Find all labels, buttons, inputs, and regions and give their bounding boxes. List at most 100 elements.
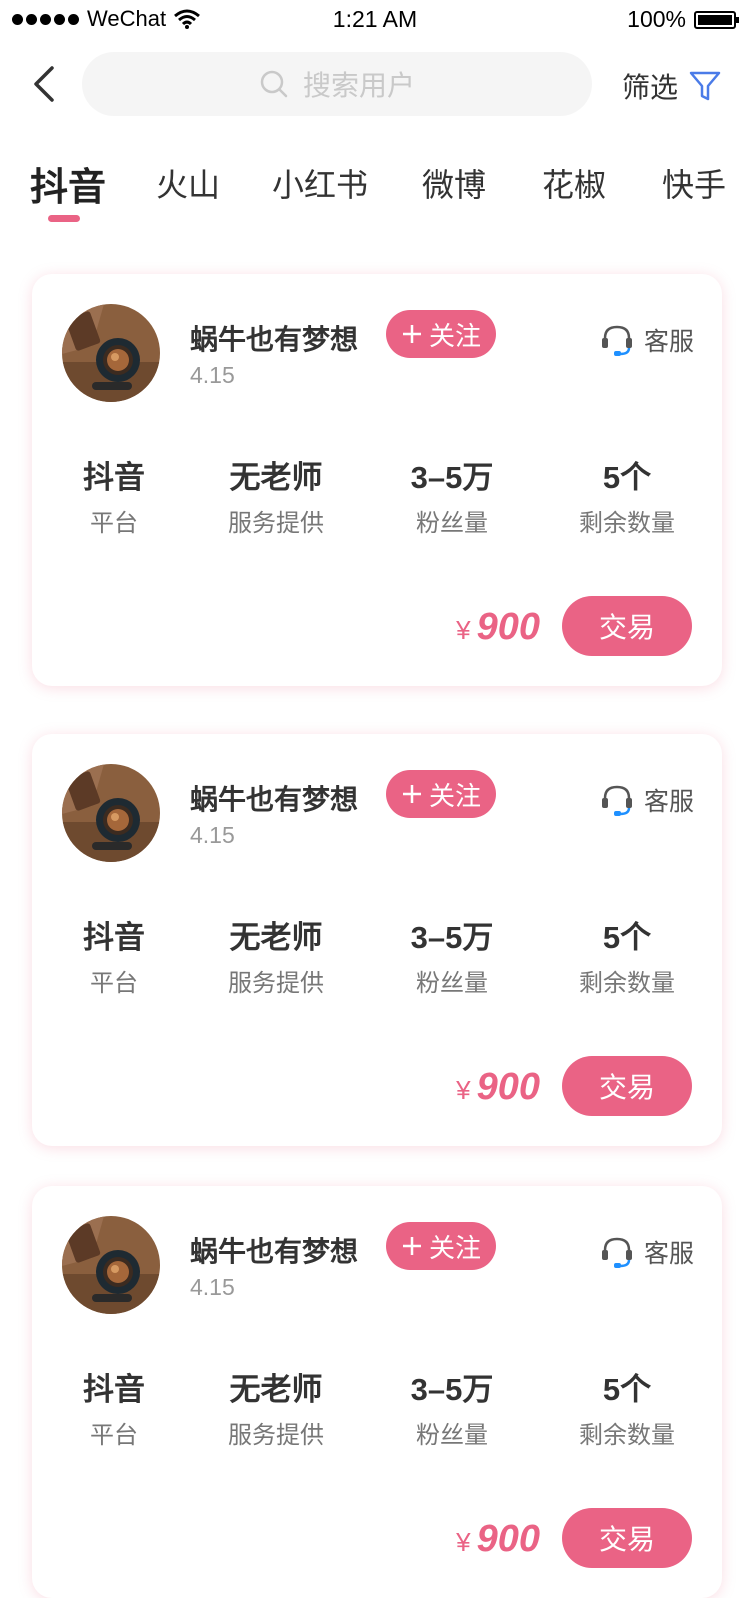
stat-service-provider: 无老师 服务提供	[186, 1364, 366, 1450]
account-card[interactable]: 蜗牛也有梦想 4.15 关注 客服 抖音 平台 无老师 服务提供 3–5万 粉丝…	[32, 734, 722, 1146]
username: 蜗牛也有梦想	[190, 784, 359, 815]
follow-label: 关注	[428, 780, 481, 811]
service-label: 客服	[644, 328, 695, 356]
search-placeholder: 搜索用户	[302, 70, 415, 101]
username: 蜗牛也有梦想	[190, 324, 359, 355]
filter-icon	[689, 71, 721, 101]
stat-label: 服务提供	[228, 1422, 324, 1449]
stat-label: 剩余数量	[579, 1422, 675, 1449]
stat-label: 粉丝量	[416, 1422, 488, 1449]
tab-xiaohongshu[interactable]: 小红书	[272, 160, 368, 206]
avatar-image	[62, 1216, 160, 1314]
stat-value: 5个	[602, 1372, 652, 1407]
stat-value: 抖音	[83, 920, 145, 955]
price-amount: 900	[476, 1066, 540, 1108]
stat-value: 无老师	[229, 1372, 323, 1407]
avatar-image	[62, 764, 160, 862]
service-label: 客服	[644, 1240, 695, 1268]
stat-label: 平台	[90, 1422, 138, 1449]
stat-label: 服务提供	[228, 970, 324, 997]
trade-button[interactable]: 交易	[562, 1056, 692, 1116]
avatar	[62, 764, 160, 862]
avatar	[62, 1216, 160, 1314]
price-amount: 900	[476, 606, 540, 648]
stat-remaining: 5个 剩余数量	[537, 912, 717, 998]
customer-service-button[interactable]: 客服	[600, 1234, 694, 1270]
headset-icon	[602, 1237, 632, 1268]
avatar	[62, 304, 160, 402]
price: ¥ 900	[456, 1066, 540, 1109]
tab-weibo[interactable]: 微博	[422, 160, 486, 206]
stat-label: 粉丝量	[416, 970, 488, 997]
post-date: 4.15	[190, 362, 235, 388]
trade-button[interactable]: 交易	[562, 596, 692, 656]
username: 蜗牛也有梦想	[190, 1236, 359, 1267]
stat-remaining: 5个 剩余数量	[537, 1364, 717, 1450]
stat-platform: 抖音 平台	[24, 912, 204, 998]
price: ¥ 900	[456, 606, 540, 649]
headset-icon	[602, 325, 632, 356]
back-arrow-icon[interactable]	[30, 62, 70, 106]
currency-symbol: ¥	[456, 1527, 471, 1557]
post-date: 4.15	[190, 1274, 235, 1300]
filter-button[interactable]: 筛选	[622, 66, 722, 106]
stat-label: 剩余数量	[579, 510, 675, 537]
plus-icon	[402, 325, 421, 343]
stat-followers: 3–5万 粉丝量	[362, 452, 542, 538]
follow-button[interactable]: 关注	[386, 770, 496, 818]
trade-button[interactable]: 交易	[562, 1508, 692, 1568]
plus-icon	[402, 785, 421, 803]
stat-label: 平台	[90, 970, 138, 997]
stat-followers: 3–5万 粉丝量	[362, 912, 542, 998]
currency-symbol: ¥	[456, 615, 471, 645]
follow-button[interactable]: 关注	[386, 310, 496, 358]
battery-icon	[694, 10, 739, 29]
stat-remaining: 5个 剩余数量	[537, 452, 717, 538]
stat-value: 5个	[602, 920, 652, 955]
tab-huoshan[interactable]: 火山	[156, 160, 220, 206]
top-bar: 搜索用户 筛选	[0, 52, 750, 116]
avatar-image	[62, 304, 160, 402]
stat-value: 3–5万	[410, 920, 494, 955]
active-tab-indicator	[48, 215, 80, 222]
stat-label: 平台	[90, 510, 138, 537]
stat-value: 无老师	[229, 460, 323, 495]
post-date: 4.15	[190, 822, 235, 848]
headset-icon	[602, 785, 632, 816]
follow-button[interactable]: 关注	[386, 1222, 496, 1270]
customer-service-button[interactable]: 客服	[600, 322, 694, 358]
stat-label: 服务提供	[228, 510, 324, 537]
search-input[interactable]: 搜索用户	[82, 52, 592, 116]
stat-service-provider: 无老师 服务提供	[186, 452, 366, 538]
stat-value: 5个	[602, 460, 652, 495]
stat-value: 无老师	[229, 920, 323, 955]
filter-label: 筛选	[622, 72, 679, 103]
tab-douyin[interactable]: 抖音	[30, 156, 106, 211]
price-amount: 900	[476, 1518, 540, 1560]
tab-kuaishou[interactable]: 快手	[662, 160, 726, 206]
stat-value: 抖音	[83, 460, 145, 495]
stat-followers: 3–5万 粉丝量	[362, 1364, 542, 1450]
price: ¥ 900	[456, 1518, 540, 1561]
account-card[interactable]: 蜗牛也有梦想 4.15 关注 客服 抖音 平台 无老师 服务提供 3–5万 粉丝…	[32, 274, 722, 686]
battery-percent: 100%	[627, 6, 686, 32]
tab-huajiao[interactable]: 花椒	[542, 160, 606, 206]
stat-service-provider: 无老师 服务提供	[186, 912, 366, 998]
plus-icon	[402, 1237, 421, 1255]
status-right: 100%	[627, 6, 739, 33]
account-card[interactable]: 蜗牛也有梦想 4.15 关注 客服 抖音 平台 无老师 服务提供 3–5万 粉丝…	[32, 1186, 722, 1598]
status-bar: WeChat 1:21 AM 100%	[0, 0, 750, 40]
stat-value: 抖音	[83, 1372, 145, 1407]
customer-service-button[interactable]: 客服	[600, 782, 694, 818]
search-icon	[260, 70, 288, 98]
stat-label: 剩余数量	[579, 970, 675, 997]
follow-label: 关注	[428, 320, 481, 351]
stat-value: 3–5万	[410, 1372, 494, 1407]
follow-label: 关注	[428, 1232, 481, 1263]
currency-symbol: ¥	[456, 1075, 471, 1105]
stat-value: 3–5万	[410, 460, 494, 495]
stat-label: 粉丝量	[416, 510, 488, 537]
platform-tabs: 抖音 火山 小红书 微博 花椒 快手	[0, 160, 750, 230]
service-label: 客服	[644, 788, 695, 816]
stat-platform: 抖音 平台	[24, 452, 204, 538]
